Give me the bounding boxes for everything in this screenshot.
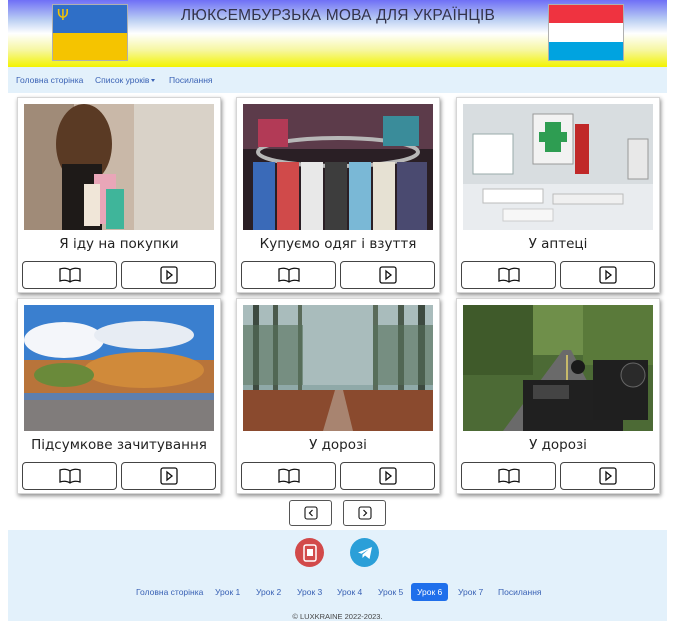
lesson-card: Підсумкове зачитування bbox=[17, 298, 221, 494]
read-lesson-button[interactable] bbox=[461, 462, 556, 490]
lesson-card: Купуємо одяг і взуття bbox=[236, 97, 440, 293]
footer-link-lesson-3[interactable]: Урок 3 bbox=[297, 587, 322, 597]
site-header: Ψ ЛЮКСЕМБУРЗЬКА МОВА ДЛЯ УКРАЇНЦІВ bbox=[8, 0, 667, 67]
trident-icon: Ψ bbox=[57, 6, 69, 24]
play-lesson-button[interactable] bbox=[560, 261, 655, 289]
page: Ψ ЛЮКСЕМБУРЗЬКА МОВА ДЛЯ УКРАЇНЦІВ Голов… bbox=[0, 0, 675, 621]
play-lesson-button[interactable] bbox=[121, 462, 216, 490]
play-lesson-button[interactable] bbox=[340, 462, 435, 490]
site-title: ЛЮКСЕМБУРЗЬКА МОВА ДЛЯ УКРАЇНЦІВ bbox=[180, 7, 496, 24]
lesson-card: Я іду на покупки bbox=[17, 97, 221, 293]
copyright: © LUXKRAINE 2022-2023. bbox=[292, 612, 383, 621]
lesson-title: Я іду на покупки bbox=[59, 236, 179, 252]
footer-link-home[interactable]: Головна сторінка bbox=[136, 587, 203, 597]
lesson-image[interactable] bbox=[463, 104, 653, 230]
footer-link-links[interactable]: Посилання bbox=[498, 587, 542, 597]
chevron-right-icon bbox=[357, 506, 372, 520]
open-book-icon bbox=[58, 468, 81, 484]
footer-link-lesson-7[interactable]: Урок 7 bbox=[458, 587, 483, 597]
next-page-button[interactable] bbox=[343, 500, 386, 526]
nav-lessons-label: Список уроків bbox=[95, 75, 150, 85]
lesson-image[interactable] bbox=[24, 104, 214, 230]
chevron-left-icon bbox=[303, 506, 318, 520]
open-book-icon bbox=[277, 468, 300, 484]
play-icon bbox=[378, 467, 397, 485]
lesson-card: У аптеці bbox=[456, 97, 660, 293]
navbar: Головна сторінка Список уроків Посилання bbox=[8, 67, 667, 93]
nav-lessons-dropdown[interactable]: Список уроків bbox=[95, 75, 156, 85]
luxembourg-flag bbox=[548, 4, 624, 61]
read-lesson-button[interactable] bbox=[22, 462, 117, 490]
footer-link-lesson-4[interactable]: Урок 4 bbox=[337, 587, 362, 597]
mobile-app-icon bbox=[302, 543, 317, 562]
footer-link-lesson-2[interactable]: Урок 2 bbox=[256, 587, 281, 597]
lesson-image[interactable] bbox=[243, 104, 433, 230]
open-book-icon bbox=[277, 267, 300, 283]
prev-page-button[interactable] bbox=[289, 500, 332, 526]
lesson-title: У аптеці bbox=[528, 236, 588, 252]
play-icon bbox=[159, 467, 178, 485]
footer-link-lesson-6-active[interactable]: Урок 6 bbox=[411, 583, 449, 601]
open-book-icon bbox=[58, 267, 81, 283]
open-book-icon bbox=[497, 468, 520, 484]
lesson-image[interactable] bbox=[463, 305, 653, 431]
play-icon bbox=[378, 266, 397, 284]
lesson-image[interactable] bbox=[243, 305, 433, 431]
telegram-icon bbox=[357, 546, 372, 559]
read-lesson-button[interactable] bbox=[241, 462, 336, 490]
nav-home[interactable]: Головна сторінка bbox=[16, 75, 83, 85]
lesson-card: У дорозі bbox=[456, 298, 660, 494]
open-book-icon bbox=[497, 267, 520, 283]
lesson-image[interactable] bbox=[24, 305, 214, 431]
read-lesson-button[interactable] bbox=[461, 261, 556, 289]
play-lesson-button[interactable] bbox=[121, 261, 216, 289]
play-icon bbox=[159, 266, 178, 284]
play-lesson-button[interactable] bbox=[560, 462, 655, 490]
telegram-button[interactable] bbox=[350, 538, 379, 567]
footer-link-lesson-1[interactable]: Урок 1 bbox=[215, 587, 240, 597]
mobile-app-button[interactable] bbox=[295, 538, 324, 567]
ukraine-flag: Ψ bbox=[52, 4, 128, 61]
site-footer: Головна сторінка Урок 1 Урок 2 Урок 3 Ур… bbox=[8, 530, 667, 621]
lesson-card: У дорозі bbox=[236, 298, 440, 494]
read-lesson-button[interactable] bbox=[241, 261, 336, 289]
footer-link-lesson-5[interactable]: Урок 5 bbox=[378, 587, 403, 597]
lesson-title: У дорозі bbox=[309, 437, 367, 453]
lesson-title: У дорозі bbox=[529, 437, 587, 453]
play-lesson-button[interactable] bbox=[340, 261, 435, 289]
play-icon bbox=[598, 266, 617, 284]
play-icon bbox=[598, 467, 617, 485]
caret-down-icon bbox=[151, 79, 156, 82]
nav-links[interactable]: Посилання bbox=[169, 75, 213, 85]
lesson-title: Підсумкове зачитування bbox=[31, 437, 207, 453]
read-lesson-button[interactable] bbox=[22, 261, 117, 289]
lesson-title: Купуємо одяг і взуття bbox=[259, 236, 417, 252]
